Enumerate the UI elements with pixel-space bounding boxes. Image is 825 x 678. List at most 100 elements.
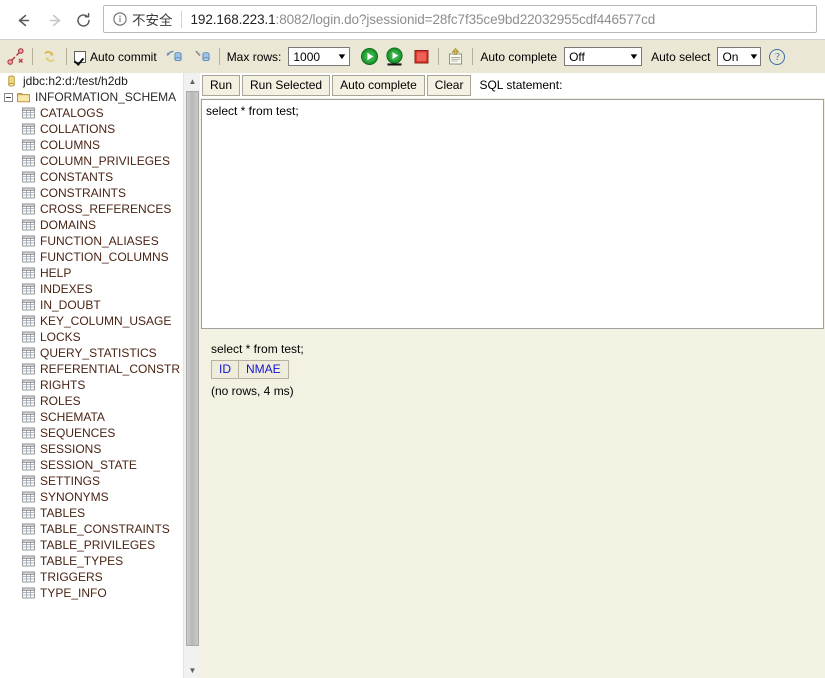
auto-select-select[interactable]: On ▼ xyxy=(717,47,762,66)
scroll-down-arrow-icon[interactable]: ▼ xyxy=(184,662,201,678)
tree-item-table-label: INDEXES xyxy=(40,282,93,296)
run-selected-button-toolbar[interactable] xyxy=(385,47,404,66)
stop-icon[interactable] xyxy=(412,47,431,66)
upload-script-icon[interactable] xyxy=(446,47,465,66)
clear-button[interactable]: Clear xyxy=(426,74,472,96)
tree-item-table-label: COLLATIONS xyxy=(40,122,116,136)
auto-complete-select[interactable]: Off ▼ xyxy=(564,47,643,66)
run-button[interactable]: Run xyxy=(202,74,241,96)
refresh-icon[interactable] xyxy=(40,47,59,66)
auto-select-value: On xyxy=(722,49,739,64)
tree-item-table[interactable]: IN_DOUBT xyxy=(0,297,183,313)
disconnect-button[interactable] xyxy=(6,47,25,66)
auto-commit-checkbox[interactable] xyxy=(74,50,86,63)
table-icon xyxy=(22,379,35,391)
run-selected-icon[interactable] xyxy=(385,47,404,66)
run-button-toolbar[interactable] xyxy=(360,47,379,66)
tree-item-table[interactable]: TABLES xyxy=(0,505,183,521)
table-icon xyxy=(22,395,35,407)
reload-icon[interactable] xyxy=(70,7,96,33)
result-panel: select * from test; ID NMAE (no rows, 4 m… xyxy=(200,331,825,678)
back-icon[interactable] xyxy=(10,7,36,33)
tree-item-table[interactable]: SESSIONS xyxy=(0,441,183,457)
tree-item-table[interactable]: HELP xyxy=(0,265,183,281)
tree-item-table[interactable]: REFERENTIAL_CONSTR xyxy=(0,361,183,377)
scrollbar-thumb[interactable] xyxy=(186,91,199,646)
url-host: 192.168.223.1 xyxy=(190,11,276,27)
table-icon xyxy=(22,299,35,311)
chevron-down-icon: ▼ xyxy=(747,52,760,61)
tree-item-table-label: IN_DOUBT xyxy=(40,298,101,312)
refresh-button[interactable] xyxy=(40,47,59,66)
tree-item-table[interactable]: INDEXES xyxy=(0,281,183,297)
tree-item-table[interactable]: TABLE_CONSTRAINTS xyxy=(0,521,183,537)
result-column-header[interactable]: ID xyxy=(211,360,239,379)
tree-item-table[interactable]: CROSS_REFERENCES xyxy=(0,201,183,217)
help-icon[interactable]: ? xyxy=(769,48,786,65)
tree-item-table[interactable]: CATALOGS xyxy=(0,105,183,121)
tree-item-table[interactable]: QUERY_STATISTICS xyxy=(0,345,183,361)
run-icon[interactable] xyxy=(360,47,379,66)
tree-item-root[interactable]: jdbc:h2:d:/test/h2db xyxy=(0,73,183,89)
tree-item-table[interactable]: SYNONYMS xyxy=(0,489,183,505)
commit-button[interactable] xyxy=(165,47,184,66)
tree-item-table-label: COLUMN_PRIVILEGES xyxy=(40,154,171,168)
max-rows-select[interactable]: 1000 ▼ xyxy=(288,47,351,66)
tree-vertical-scrollbar[interactable]: ▲ ▼ xyxy=(183,73,200,678)
tree-item-table[interactable]: COLUMNS xyxy=(0,137,183,153)
tree-item-table-label: CROSS_REFERENCES xyxy=(40,202,172,216)
h2-console-toolbar: Auto commit Max rows: 1000 ▼ Auto comple… xyxy=(0,40,825,73)
auto-complete-button[interactable]: Auto complete xyxy=(332,74,425,96)
stop-button[interactable] xyxy=(412,47,431,66)
disconnect-icon[interactable] xyxy=(6,47,25,66)
result-table[interactable]: ID NMAE xyxy=(211,360,289,379)
run-selected-button[interactable]: Run Selected xyxy=(242,74,331,96)
table-icon xyxy=(22,331,35,343)
collapse-expander-icon[interactable] xyxy=(4,92,13,102)
tree-item-table[interactable]: TABLE_TYPES xyxy=(0,553,183,569)
chevron-down-icon: ▼ xyxy=(628,52,640,61)
tree-item-table[interactable]: FUNCTION_COLUMNS xyxy=(0,249,183,265)
tree-item-table[interactable]: TRIGGERS xyxy=(0,569,183,585)
rollback-button[interactable] xyxy=(193,47,212,66)
table-icon xyxy=(22,491,35,503)
tree-item-table[interactable]: SEQUENCES xyxy=(0,425,183,441)
table-icon xyxy=(22,171,35,183)
tree-item-table[interactable]: COLLATIONS xyxy=(0,121,183,137)
tree-item-table[interactable]: CONSTRAINTS xyxy=(0,185,183,201)
table-icon xyxy=(22,315,35,327)
sql-input[interactable]: select * from test; xyxy=(201,99,824,329)
upload-script-button[interactable] xyxy=(446,47,465,66)
tree-item-table[interactable]: SESSION_STATE xyxy=(0,457,183,473)
tree-item-table[interactable]: RIGHTS xyxy=(0,377,183,393)
max-rows-label: Max rows: xyxy=(226,49,282,64)
tree-item-table[interactable]: SETTINGS xyxy=(0,473,183,489)
database-tree[interactable]: jdbc:h2:d:/test/h2db INFORMATION_SCHEMA … xyxy=(0,73,183,678)
commit-icon[interactable] xyxy=(165,47,184,66)
toolbar-divider-5 xyxy=(472,48,474,65)
result-column-header[interactable]: NMAE xyxy=(238,360,289,379)
scroll-up-arrow-icon[interactable]: ▲ xyxy=(184,73,201,89)
tree-item-table[interactable]: TABLE_PRIVILEGES xyxy=(0,537,183,553)
auto-commit-toggle[interactable]: Auto commit xyxy=(74,50,157,64)
tree-table-list[interactable]: CATALOGS COLLATIONS COLUMNS COLUMN_PRIVILEG… xyxy=(0,105,183,601)
table-icon xyxy=(22,123,35,135)
rollback-icon[interactable] xyxy=(193,47,212,66)
table-icon xyxy=(22,363,35,375)
tree-item-information-schema[interactable]: INFORMATION_SCHEMA xyxy=(0,89,183,105)
tree-item-table[interactable]: CONSTANTS xyxy=(0,169,183,185)
tree-item-table[interactable]: ROLES xyxy=(0,393,183,409)
tree-item-table[interactable]: FUNCTION_ALIASES xyxy=(0,233,183,249)
tree-item-table[interactable]: KEY_COLUMN_USAGE xyxy=(0,313,183,329)
address-bar[interactable]: 不安全 192.168.223.1:8082/login.do?jsession… xyxy=(103,5,817,33)
toolbar-divider-4 xyxy=(438,48,440,65)
info-circle-icon[interactable] xyxy=(110,9,130,29)
tree-item-table[interactable]: COLUMN_PRIVILEGES xyxy=(0,153,183,169)
tree-item-table[interactable]: SCHEMATA xyxy=(0,409,183,425)
table-icon xyxy=(22,475,35,487)
tree-item-table[interactable]: DOMAINS xyxy=(0,217,183,233)
tree-item-table[interactable]: TYPE_INFO xyxy=(0,585,183,601)
result-header-row: ID NMAE xyxy=(211,360,289,379)
auto-complete-label: Auto complete xyxy=(480,49,558,64)
tree-item-table[interactable]: LOCKS xyxy=(0,329,183,345)
